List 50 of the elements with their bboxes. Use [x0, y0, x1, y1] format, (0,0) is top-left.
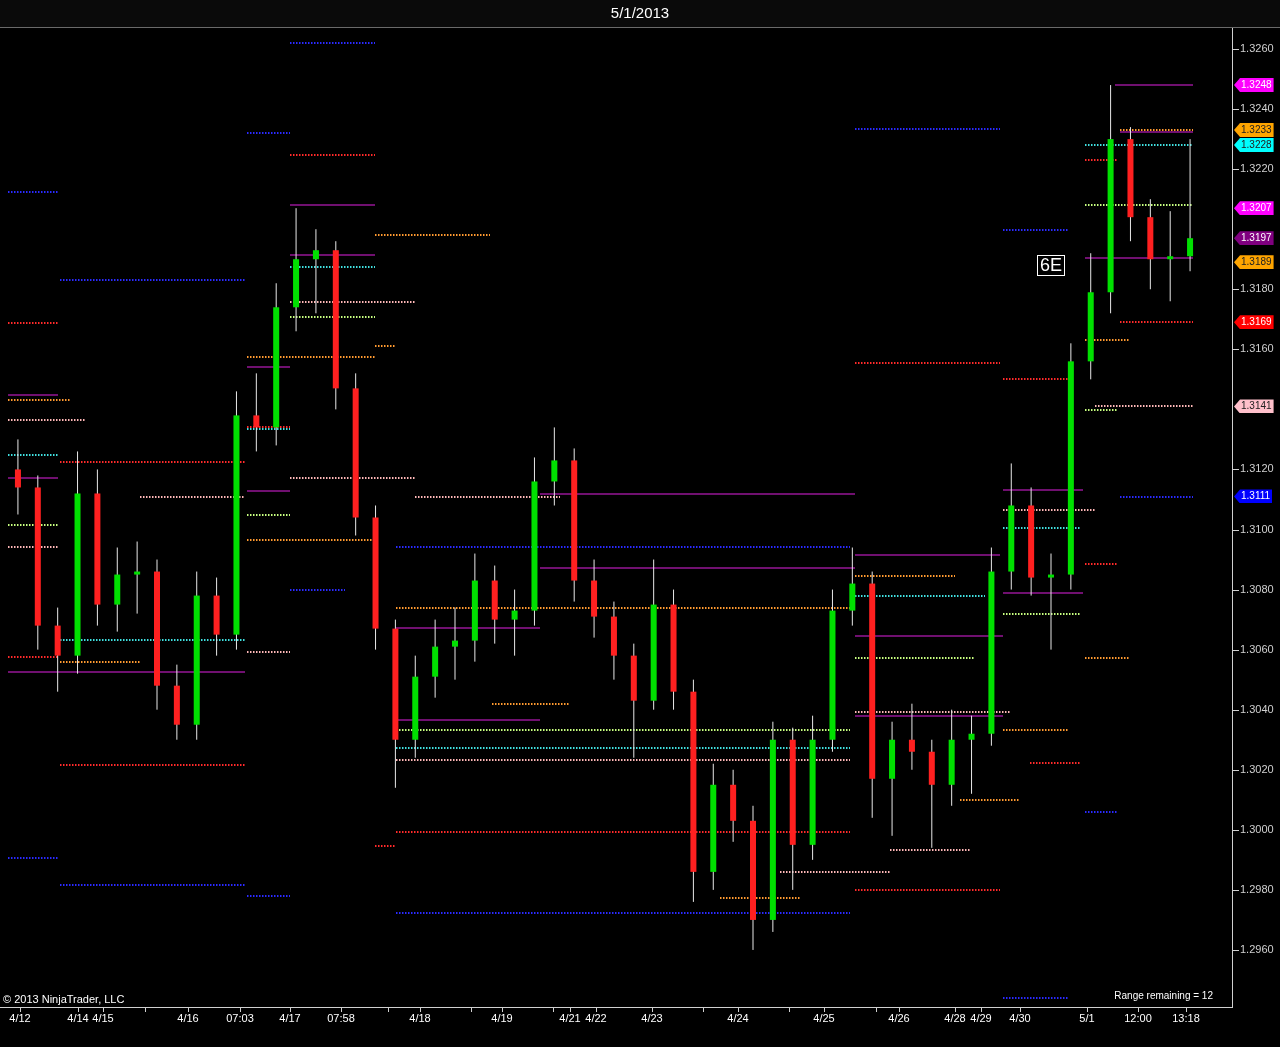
time-axis-label: 4/23	[641, 1012, 663, 1025]
price-axis-label: 1.3000	[1240, 822, 1274, 836]
time-axis-label: 13:18	[1172, 1012, 1200, 1025]
range-remaining-text: Range remaining = 12	[1114, 990, 1213, 1002]
time-axis-label: 4/19	[491, 1012, 513, 1025]
price-marker: 1.3141	[1234, 399, 1274, 414]
time-axis-label: 4/21	[559, 1012, 581, 1025]
time-axis-label: 4/26	[888, 1012, 910, 1025]
time-axis-label: 5/1	[1079, 1012, 1095, 1025]
price-marker: 1.3233	[1234, 123, 1274, 138]
time-axis-label: 4/17	[279, 1012, 301, 1025]
price-axis-label: 1.3240	[1240, 102, 1274, 116]
price-axis-label: 1.3260	[1240, 42, 1274, 55]
time-axis-label: 4/28	[944, 1012, 966, 1025]
time-axis-label: 4/16	[177, 1012, 199, 1025]
price-axis-label: 1.3080	[1240, 582, 1274, 596]
price-axis-label: 1.3220	[1240, 162, 1274, 176]
time-axis-label: 07:58	[327, 1012, 355, 1025]
time-axis-label: 4/18	[409, 1012, 431, 1025]
price-marker: 1.3197	[1234, 231, 1274, 246]
price-axis-label: 1.2980	[1240, 882, 1274, 896]
price-marker: 1.3207	[1234, 201, 1274, 216]
price-axis-label: 1.3100	[1240, 522, 1274, 536]
price-marker: 1.3169	[1234, 315, 1274, 330]
price-axis-label: 1.3180	[1240, 282, 1274, 296]
price-axis-label: 1.3060	[1240, 642, 1274, 656]
price-marker: 1.3189	[1234, 255, 1274, 270]
price-axis-label: 1.2960	[1240, 942, 1274, 956]
time-axis-label: 4/14	[67, 1012, 89, 1025]
time-axis-label: 12:00	[1124, 1012, 1152, 1025]
time-axis-label: 4/25	[813, 1012, 835, 1025]
time-axis-label: 4/24	[727, 1012, 749, 1025]
price-axis-label: 1.3040	[1240, 702, 1274, 716]
symbol-label: 6E	[1037, 255, 1066, 276]
copyright-text: © 2013 NinjaTrader, LLC	[3, 993, 125, 1006]
candle	[511, 589, 518, 657]
time-axis-label: 4/29	[970, 1012, 992, 1025]
price-marker: 1.3248	[1234, 78, 1274, 93]
time-axis-label: 4/30	[1009, 1012, 1031, 1025]
time-axis-label: 4/12	[9, 1012, 31, 1025]
time-axis-label: 4/22	[585, 1012, 607, 1025]
price-axis-label: 1.3020	[1240, 762, 1274, 776]
price-marker: 1.3111	[1234, 489, 1273, 504]
candle	[908, 703, 915, 771]
price-axis-label: 1.3160	[1240, 342, 1274, 356]
chart-title: 5/1/2013	[610, 3, 670, 24]
time-axis-label: 4/15	[92, 1012, 114, 1025]
price-marker: 1.3228	[1234, 138, 1274, 153]
price-axis-label: 1.3120	[1240, 462, 1274, 476]
time-axis-label: 07:03	[226, 1012, 254, 1025]
